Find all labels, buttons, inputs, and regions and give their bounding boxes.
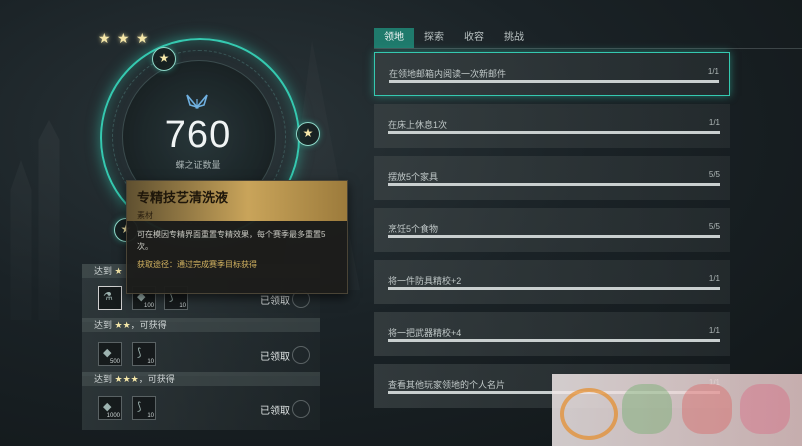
watermark	[552, 374, 802, 446]
task-progress-bar	[389, 80, 719, 83]
reward-prefix: 达到	[94, 266, 113, 276]
task-progress-bar	[388, 183, 720, 186]
tab-contain[interactable]: 收容	[454, 28, 494, 48]
tab-territory[interactable]: 领地	[374, 28, 414, 48]
tabs-divider	[374, 48, 802, 49]
potion-icon: ⚗	[103, 291, 113, 303]
item-count: 10	[147, 359, 154, 365]
background-tower	[10, 120, 60, 320]
watermark-glyph	[740, 384, 790, 434]
task-row[interactable]: 摆放5个家具 5/5	[374, 156, 730, 200]
task-progress-bar	[388, 131, 720, 134]
task-progress-fill	[388, 131, 720, 134]
task-label: 将一件防具精校+2	[388, 276, 462, 286]
task-label: 查看其他玩家领地的个人名片	[388, 380, 506, 390]
task-progress: 1/1	[708, 326, 720, 335]
task-row[interactable]: 将一件防具精校+2 1/1	[374, 260, 730, 304]
tab-explore[interactable]: 探索	[414, 28, 454, 48]
reward-row-3star: 达到 ★★★，可获得 ◆ 1000 ⟆ 10 已领取	[82, 372, 320, 430]
tooltip-title: 专精技艺清洗液	[137, 190, 229, 205]
task-progress-fill	[388, 287, 720, 290]
task-row[interactable]: 将一把武器精校+4 1/1	[374, 312, 730, 356]
claimed-status: 已领取	[260, 296, 290, 307]
task-label: 烹饪5个食物	[388, 224, 439, 234]
task-row[interactable]: 烹饪5个食物 5/5	[374, 208, 730, 252]
item-count: 10	[179, 303, 186, 309]
butterfly-count-label: 蝶之证数量	[175, 160, 221, 170]
feather-item[interactable]: ⟆ 10	[132, 342, 156, 366]
task-tabs: 领地 探索 收容 挑战	[374, 28, 534, 48]
reward-stars: ★★★	[114, 374, 139, 384]
crystal-item[interactable]: ◆ 500	[98, 342, 122, 366]
milestone-star-badge[interactable]: ★	[296, 122, 320, 146]
task-row[interactable]: 在领地邮箱内阅读一次新邮件 1/1	[374, 52, 730, 96]
item-count: 10	[147, 413, 154, 419]
task-progress: 5/5	[708, 222, 720, 231]
butterfly-count: 760	[164, 114, 232, 156]
potion-item[interactable]: ⚗	[98, 286, 122, 310]
tooltip-category: 素材	[137, 211, 153, 220]
task-progress: 1/1	[707, 67, 719, 76]
claimed-status: 已领取	[260, 406, 290, 417]
check-icon	[292, 346, 310, 364]
task-progress-fill	[388, 235, 720, 238]
task-label: 在领地邮箱内阅读一次新邮件	[389, 69, 507, 79]
watermark-glyph	[622, 384, 672, 434]
task-label: 将一把武器精校+4	[388, 328, 462, 338]
reward-prefix: 达到	[94, 374, 113, 384]
task-progress-bar	[388, 235, 720, 238]
task-progress-fill	[388, 183, 720, 186]
tooltip-header: 专精技艺清洗液 素材	[127, 181, 347, 221]
reward-suffix: ，可获得	[130, 320, 167, 330]
item-tooltip: 专精技艺清洗液 素材 可在模因专精界面重置专精效果，每个赛季最多重置5次。 获取…	[126, 180, 348, 294]
reward-stars: ★★	[114, 320, 131, 330]
claimed-status: 已领取	[260, 352, 290, 363]
watermark-glyph	[682, 384, 732, 434]
reward-prefix: 达到	[94, 320, 113, 330]
task-progress: 5/5	[708, 170, 720, 179]
item-count: 100	[143, 303, 154, 309]
task-label: 在床上休息1次	[388, 120, 448, 130]
tooltip-description: 可在模因专精界面重置专精效果，每个赛季最多重置5次。	[137, 230, 326, 251]
item-count: 500	[109, 359, 120, 365]
task-progress-fill	[389, 80, 719, 83]
task-progress-bar	[388, 287, 720, 290]
tab-challenge[interactable]: 挑战	[494, 28, 534, 48]
task-label: 摆放5个家具	[388, 172, 439, 182]
task-progress-fill	[388, 339, 720, 342]
reward-suffix: ，可获得	[138, 374, 175, 384]
crystal-item[interactable]: ◆ 1000	[98, 396, 122, 420]
crystal-icon: ◆	[103, 347, 112, 359]
reward-row-2star: 达到 ★★，可获得 ◆ 500 ⟆ 10 已领取	[82, 318, 320, 376]
task-progress: 1/1	[708, 118, 720, 127]
task-row[interactable]: 在床上休息1次 1/1	[374, 104, 730, 148]
feather-item[interactable]: ⟆ 10	[132, 396, 156, 420]
feather-icon: ⟆	[137, 347, 142, 359]
check-icon	[292, 400, 310, 418]
crystal-icon: ◆	[103, 401, 112, 413]
reward-stars: ★	[114, 266, 123, 276]
task-progress-bar	[388, 339, 720, 342]
milestone-star-badge[interactable]: ★	[152, 47, 176, 71]
feather-icon: ⟆	[137, 401, 142, 413]
tooltip-source: 获取途径：通过完成赛季目标获得	[137, 260, 257, 269]
watermark-logo	[560, 388, 618, 440]
task-progress: 1/1	[708, 274, 720, 283]
item-count: 1000	[106, 413, 120, 419]
butterfly-icon	[186, 94, 208, 109]
